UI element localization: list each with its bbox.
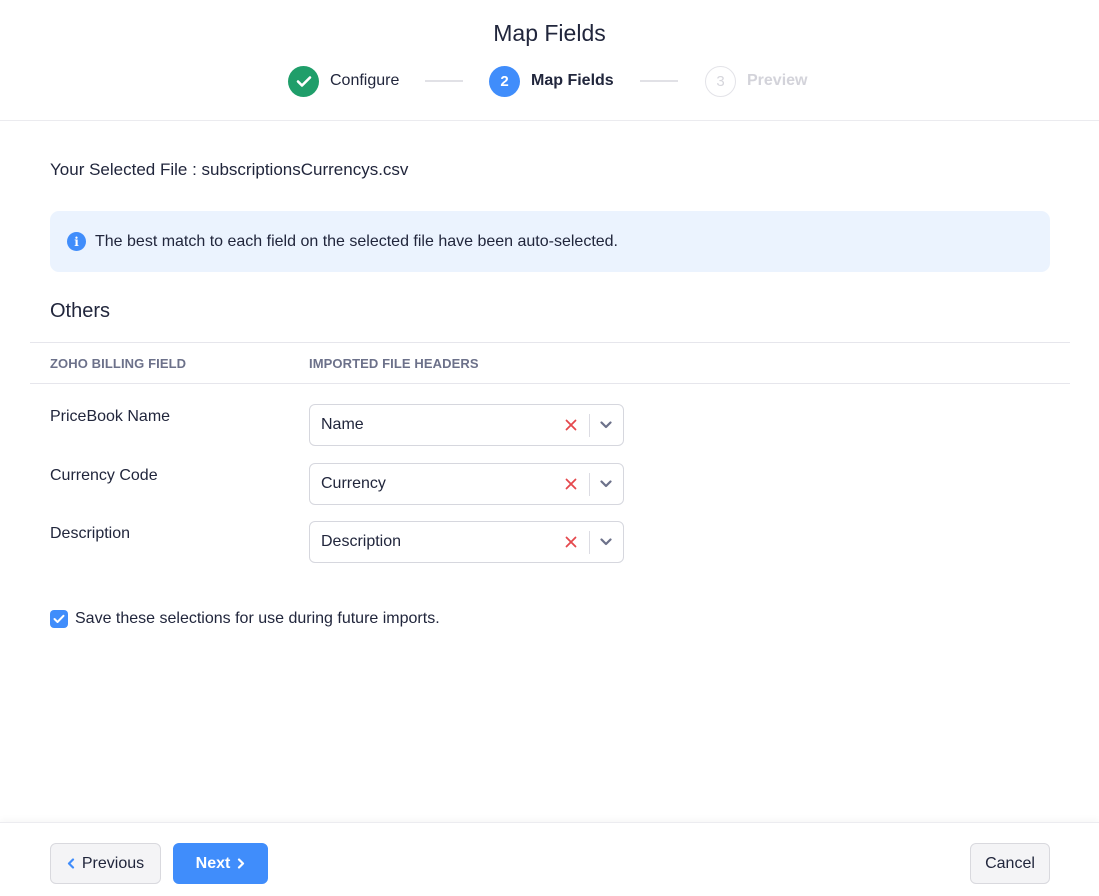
info-banner: i The best match to each field on the se… xyxy=(50,211,1050,272)
mapping-row: Currency Code Currency xyxy=(0,463,1099,507)
chevron-right-icon xyxy=(237,858,245,869)
select-value: Name xyxy=(321,416,364,433)
next-button[interactable]: Next xyxy=(173,843,268,884)
selected-file-name: subscriptionsCurrencys.csv xyxy=(201,160,409,179)
save-selections-label[interactable]: Save these selections for use during fut… xyxy=(75,610,440,628)
select-divider xyxy=(589,473,590,496)
import-stepper: Configure 2 Map Fields 3 Preview xyxy=(0,64,1099,98)
section-title: Others xyxy=(50,300,111,322)
field-label: PriceBook Name xyxy=(50,408,171,425)
cancel-button[interactable]: Cancel xyxy=(970,843,1050,884)
check-icon xyxy=(288,65,319,97)
page-header: Map Fields Configure 2 Map Fields 3 Prev… xyxy=(0,0,1099,121)
select-value: Description xyxy=(321,533,402,550)
select-value: Currency xyxy=(321,475,386,492)
step-configure: Configure xyxy=(288,64,399,98)
selected-file-label: Your Selected File : xyxy=(50,160,202,179)
info-icon: i xyxy=(67,232,86,251)
clear-icon[interactable] xyxy=(563,532,579,552)
step-label: Configure xyxy=(330,72,400,89)
column-header-billing-field: ZOHO BILLING FIELD xyxy=(50,356,187,371)
clear-icon[interactable] xyxy=(563,415,579,435)
mapping-table-header: ZOHO BILLING FIELD IMPORTED FILE HEADERS xyxy=(30,342,1070,384)
field-label: Description xyxy=(50,525,131,542)
column-header-file-headers: IMPORTED FILE HEADERS xyxy=(309,356,479,371)
selected-file: Your Selected File : subscriptionsCurren… xyxy=(50,160,408,180)
field-mapping-select[interactable]: Currency xyxy=(309,463,624,505)
step-label: Preview xyxy=(747,72,808,89)
step-connector xyxy=(640,80,678,82)
field-mapping-select[interactable]: Name xyxy=(309,404,624,446)
mapping-row: Description Description xyxy=(0,521,1099,565)
page-title: Map Fields xyxy=(493,20,606,46)
step-map-fields: 2 Map Fields xyxy=(489,64,614,98)
chevron-down-icon[interactable] xyxy=(598,534,614,550)
select-divider xyxy=(589,531,590,554)
step-number: 3 xyxy=(705,65,736,97)
checkmark-icon xyxy=(53,614,65,623)
save-selections-option: Save these selections for use during fut… xyxy=(50,610,440,628)
mapping-row: PriceBook Name Name xyxy=(0,404,1099,448)
previous-label: Previous xyxy=(81,854,145,872)
select-divider xyxy=(589,414,590,437)
chevron-down-icon[interactable] xyxy=(598,476,614,492)
step-connector xyxy=(425,80,463,82)
clear-icon[interactable] xyxy=(563,474,579,494)
step-label: Map Fields xyxy=(531,72,614,89)
step-preview: 3 Preview xyxy=(705,64,807,98)
previous-button[interactable]: Previous xyxy=(50,843,161,884)
field-mapping-select[interactable]: Description xyxy=(309,521,624,563)
next-label: Next xyxy=(195,854,231,872)
chevron-down-icon[interactable] xyxy=(598,417,614,433)
field-label: Currency Code xyxy=(50,467,158,484)
chevron-left-icon xyxy=(67,858,75,869)
save-selections-checkbox[interactable] xyxy=(50,610,68,628)
info-text: The best match to each field on the sele… xyxy=(95,232,618,250)
step-number: 2 xyxy=(489,65,520,97)
footer-bar: Previous Next Cancel xyxy=(0,822,1099,896)
